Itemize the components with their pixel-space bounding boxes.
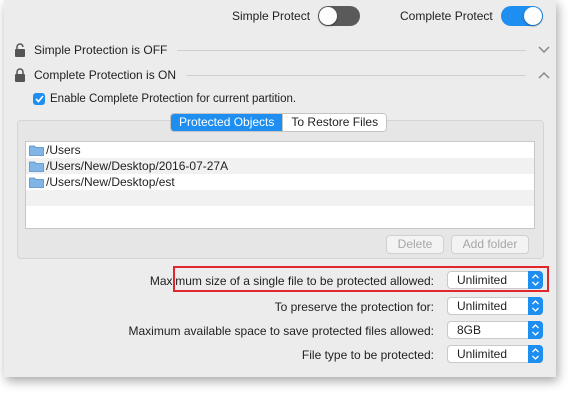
screenshot-canvas: Simple Protect Complete Protect Simple P…	[0, 0, 569, 393]
simple-protect-toggle-group: Simple Protect	[232, 6, 361, 26]
tab-protected-objects[interactable]: Protected Objects	[171, 114, 283, 131]
preserve-protection-label: To preserve the protection for:	[274, 299, 434, 314]
list-item[interactable]: /Users/New/Desktop/2016-07-27A	[26, 158, 534, 174]
folder-icon	[29, 145, 44, 156]
complete-protect-toggle-group: Complete Protect	[400, 6, 543, 26]
enable-complete-protection-row[interactable]: Enable Complete Protection for current p…	[33, 93, 296, 105]
folder-path: /Users/New/Desktop/est	[46, 175, 175, 189]
enable-complete-protection-checkbox[interactable]	[33, 93, 45, 105]
lock-open-icon	[15, 43, 25, 57]
list-item[interactable]: /Users	[26, 142, 534, 158]
file-type-select[interactable]: Unlimited	[447, 345, 543, 363]
simple-protection-header[interactable]: Simple Protection is OFF	[14, 40, 550, 60]
tab-bar: Protected Objects To Restore Files	[170, 113, 388, 132]
updown-arrow-icon	[528, 297, 543, 315]
enable-complete-protection-label: Enable Complete Protection for current p…	[50, 93, 297, 105]
protected-objects-list[interactable]: /Users /Users/New/Desktop/2016-07-27A /U…	[25, 141, 535, 229]
folder-path: /Users	[46, 143, 81, 157]
simple-protection-title: Simple Protection is OFF	[34, 43, 168, 57]
checkmark-icon	[34, 95, 44, 103]
updown-arrow-icon	[528, 321, 543, 339]
folder-path: /Users/New/Desktop/2016-07-27A	[46, 159, 229, 173]
annotation-highlight-box	[173, 266, 549, 292]
section-divider	[177, 49, 526, 51]
delete-button[interactable]: Delete	[386, 235, 444, 254]
setting-row-max-space: Maximum available space to save protecte…	[4, 320, 555, 341]
complete-protect-label: Complete Protect	[400, 9, 493, 23]
preserve-protection-select[interactable]: Unlimited	[447, 297, 543, 315]
list-item[interactable]: /Users/New/Desktop/est	[26, 174, 534, 190]
file-type-label: File type to be protected:	[301, 347, 434, 362]
switch-knob	[319, 7, 338, 25]
setting-row-preserve-protection: To preserve the protection for: Unlimite…	[4, 296, 555, 317]
simple-protect-label: Simple Protect	[232, 9, 311, 23]
chevron-up-icon[interactable]	[538, 71, 550, 79]
select-value: Unlimited	[457, 347, 508, 361]
tab-to-restore-files[interactable]: To Restore Files	[282, 114, 387, 131]
chevron-down-icon[interactable]	[538, 46, 550, 54]
simple-protect-switch[interactable]	[318, 6, 361, 26]
complete-protection-title: Complete Protection is ON	[34, 68, 177, 82]
select-value: Unlimited	[457, 299, 508, 313]
list-item-empty	[26, 190, 534, 206]
setting-row-file-type: File type to be protected: Unlimited	[4, 344, 555, 365]
complete-protection-header[interactable]: Complete Protection is ON	[14, 65, 550, 85]
updown-arrow-icon	[528, 345, 543, 363]
section-divider	[186, 74, 526, 76]
select-value: 8GB	[457, 323, 482, 337]
max-space-label: Maximum available space to save protecte…	[128, 323, 434, 338]
max-space-select[interactable]: 8GB	[447, 321, 543, 339]
lock-closed-icon	[15, 68, 25, 82]
list-item-empty	[26, 206, 534, 222]
folder-icon	[29, 177, 44, 188]
switch-knob	[523, 7, 542, 25]
folder-icon	[29, 161, 44, 172]
complete-protect-switch[interactable]	[500, 6, 543, 26]
preferences-window: Simple Protect Complete Protect Simple P…	[4, 0, 556, 377]
add-folder-button[interactable]: Add folder	[451, 235, 529, 254]
